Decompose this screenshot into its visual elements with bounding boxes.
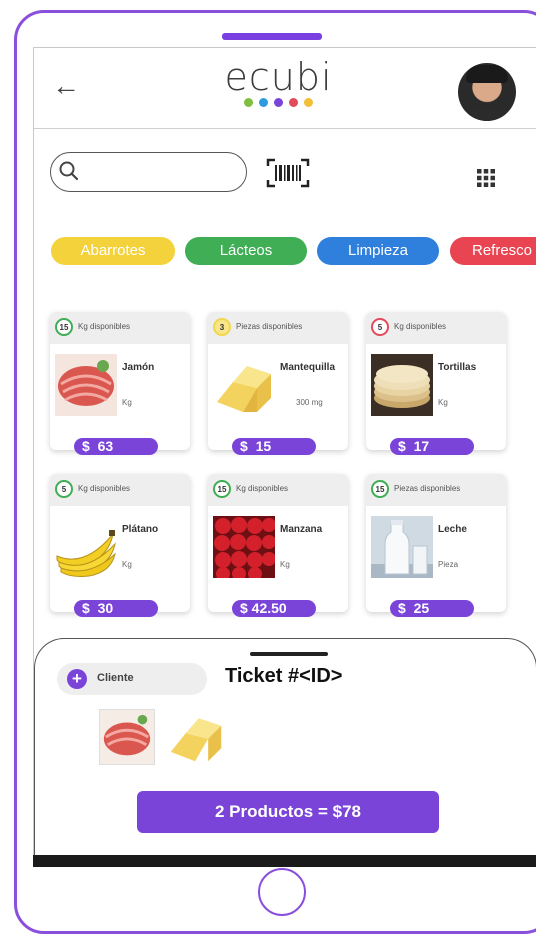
card-header: 15 Kg disponibles [208, 474, 348, 506]
client-label: Cliente [97, 672, 134, 684]
card-header: 5 Kg disponibles [50, 474, 190, 506]
arrow-left-icon[interactable]: ← [52, 72, 80, 100]
logo-dot [244, 98, 253, 107]
card-header: 3 Piezas disponibles [208, 312, 348, 344]
card-header: 15 Kg disponibles [50, 312, 190, 344]
plus-icon: + [67, 669, 87, 689]
logo-dot [289, 98, 298, 107]
home-button[interactable] [258, 868, 306, 916]
product-name: Jamón [122, 362, 155, 373]
user-avatar[interactable] [458, 63, 516, 121]
product-unit: 300 mg [296, 398, 323, 407]
device-speaker [222, 33, 322, 40]
logo-text: ecubi [224, 55, 333, 99]
product-card[interactable]: 5 Kg disponibles Tortillas Kg $ 17 [366, 312, 506, 455]
milk-image [371, 516, 433, 578]
checkout-button[interactable]: 2 Productos = $78 [137, 791, 439, 833]
price-tag: $ 15 [232, 438, 316, 455]
apple-image [213, 516, 275, 578]
category-chips: Abarrotes Lácteos Limpieza Refresco [51, 237, 536, 265]
ticket-sheet: + Cliente Ticket #<ID> 2 Productos = $78 [34, 638, 536, 866]
price-tag: $ 42.50 [232, 600, 316, 617]
category-chip-limpieza[interactable]: Limpieza [317, 237, 439, 265]
stock-badge: 5 [371, 318, 389, 336]
product-unit: Kg [280, 560, 290, 569]
product-unit: Kg [122, 398, 132, 407]
logo-dots [221, 98, 336, 107]
availability-label: Piezas disponibles [394, 484, 461, 493]
product-unit: Kg [122, 560, 132, 569]
category-chip-abarrotes[interactable]: Abarrotes [51, 237, 175, 265]
avatar-shirt [464, 107, 510, 121]
search-bar [50, 152, 247, 192]
product-card[interactable]: 5 Kg disponibles Plátano Kg $ 30 [50, 474, 190, 617]
availability-label: Kg disponibles [78, 484, 131, 493]
product-name: Tortillas [438, 362, 477, 373]
banana-image [56, 530, 116, 577]
grid-view-icon[interactable] [476, 168, 496, 188]
availability-label: Kg disponibles [394, 322, 447, 331]
sheet-handle[interactable] [250, 652, 328, 656]
price-tag: $ 17 [390, 438, 474, 455]
product-name: Leche [438, 524, 467, 535]
card-header: 15 Piezas disponibles [366, 474, 506, 506]
search-icon[interactable] [57, 159, 81, 183]
product-card[interactable]: 15 Kg disponibles Jamón Kg $ 63 [50, 312, 190, 455]
product-card[interactable]: 15 Piezas disponibles Leche Pieza $ 25 [366, 474, 506, 617]
category-chip-lacteos[interactable]: Lácteos [185, 237, 307, 265]
ticket-title: Ticket #<ID> [225, 665, 343, 687]
product-unit: Pieza [438, 560, 459, 569]
price-tag: $ 63 [74, 438, 158, 455]
card-header: 5 Kg disponibles [366, 312, 506, 344]
ticket-item-ham[interactable] [99, 709, 155, 765]
logo-dot [304, 98, 313, 107]
stock-badge: 3 [213, 318, 231, 336]
butter-image [217, 366, 271, 412]
product-name: Mantequilla [280, 362, 336, 373]
stock-badge: 5 [55, 480, 73, 498]
product-unit: Kg [438, 398, 448, 407]
availability-label: Kg disponibles [236, 484, 289, 493]
ham-image [55, 354, 117, 416]
device-bottom-bar [33, 855, 536, 867]
search-input[interactable] [85, 159, 239, 185]
logo-dot [259, 98, 268, 107]
add-client-button[interactable]: + Cliente [57, 663, 207, 695]
stock-badge: 15 [213, 480, 231, 498]
category-chip-refresco[interactable]: Refresco [450, 237, 536, 265]
barcode-scan-icon[interactable] [266, 158, 310, 188]
logo-dot [274, 98, 283, 107]
price-tag: $ 25 [390, 600, 474, 617]
availability-label: Kg disponibles [78, 322, 131, 331]
app-screen: ← ecubi Abarrotes Lácteos Limpieza Refre… [33, 47, 536, 867]
app-logo: ecubi [221, 58, 336, 107]
app-bar: ← ecubi [34, 48, 536, 129]
availability-label: Piezas disponibles [236, 322, 303, 331]
price-tag: $ 30 [74, 600, 158, 617]
product-name: Plátano [122, 524, 159, 535]
stock-badge: 15 [55, 318, 73, 336]
product-name: Manzana [280, 524, 323, 535]
avatar-hair [466, 65, 508, 83]
product-card[interactable]: 3 Piezas disponibles Mantequilla 300 mg … [208, 312, 348, 455]
stock-badge: 15 [371, 480, 389, 498]
ticket-item-butter[interactable] [167, 707, 225, 765]
tortillas-image [371, 354, 433, 416]
product-card[interactable]: 15 Kg disponibles Manzana Kg $ 42.50 [208, 474, 348, 617]
